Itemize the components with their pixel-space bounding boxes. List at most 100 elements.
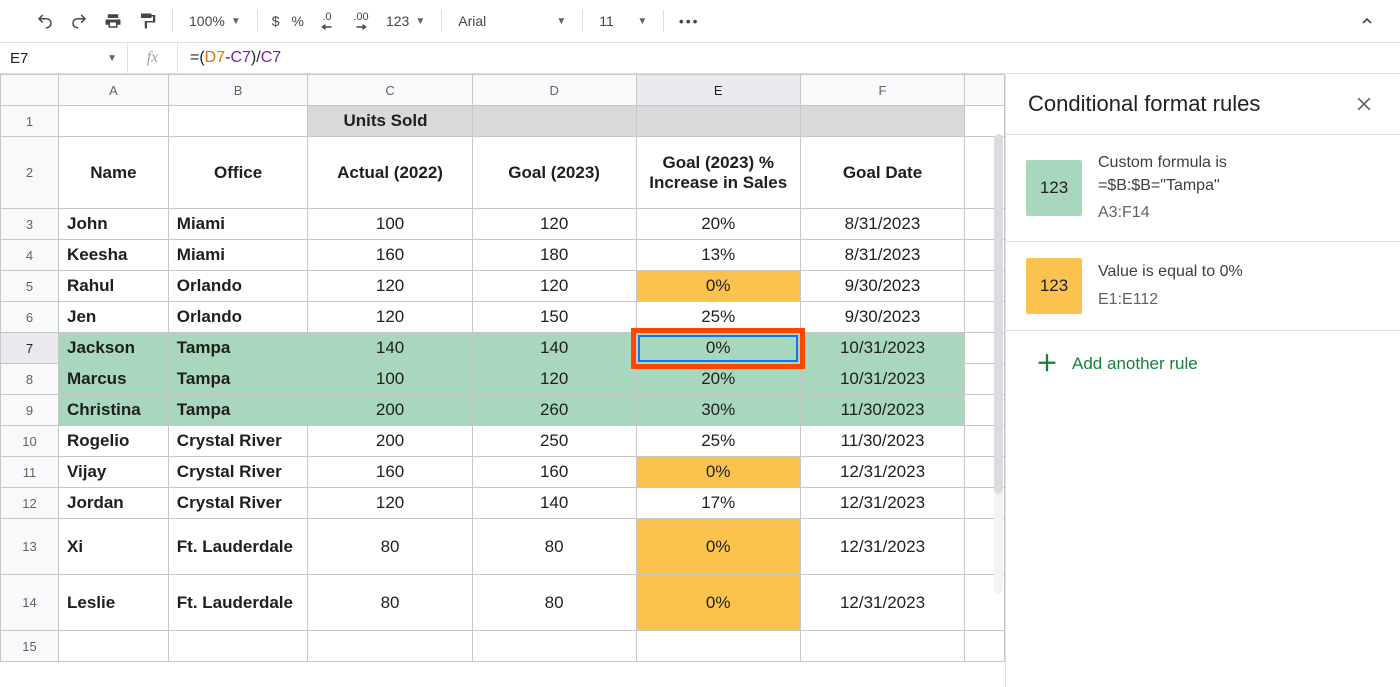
collapse-toolbar-icon[interactable] [1352,6,1382,36]
cell[interactable]: 120 [308,488,472,519]
row-header[interactable]: 3 [1,209,59,240]
select-all-corner[interactable] [1,75,59,106]
cell[interactable]: 0% [636,575,800,631]
row-header[interactable]: 12 [1,488,59,519]
cell[interactable]: 25% [636,426,800,457]
col-header-D[interactable]: D [472,75,636,106]
close-icon[interactable] [1350,90,1378,118]
cell[interactable]: 8/31/2023 [800,240,964,271]
cell[interactable]: 8/31/2023 [800,209,964,240]
cell[interactable]: 80 [472,519,636,575]
format-rule[interactable]: 123Value is equal to 0%E1:E112 [1006,241,1400,331]
cell[interactable]: John [59,209,169,240]
cell[interactable]: 250 [472,426,636,457]
cell[interactable]: Units Sold [308,106,472,137]
cell[interactable]: Tampa [168,333,308,364]
cell[interactable]: Christina [59,395,169,426]
col-header-B[interactable]: B [168,75,308,106]
cell[interactable]: Name [59,137,169,209]
row-header[interactable]: 6 [1,302,59,333]
cell[interactable]: 13% [636,240,800,271]
row-header[interactable]: 10 [1,426,59,457]
cell[interactable]: Crystal River [168,457,308,488]
cell[interactable]: Marcus [59,364,169,395]
cell[interactable]: Ft. Lauderdale [168,575,308,631]
cell[interactable]: 80 [308,519,472,575]
cell[interactable]: 9/30/2023 [800,302,964,333]
decrease-decimal-button[interactable]: .0 [312,6,342,36]
cell[interactable]: 160 [472,457,636,488]
cell[interactable]: 12/31/2023 [800,457,964,488]
cell[interactable]: 160 [308,240,472,271]
cell[interactable]: 9/30/2023 [800,271,964,302]
cell[interactable]: 0% [636,457,800,488]
row-header[interactable]: 4 [1,240,59,271]
cell[interactable]: Rahul [59,271,169,302]
cell[interactable]: 20% [636,209,800,240]
cell[interactable]: Goal (2023) [472,137,636,209]
scrollbar-thumb[interactable] [994,134,1003,494]
currency-format-button[interactable]: $ [268,6,284,36]
cell[interactable]: 120 [472,209,636,240]
row-header[interactable]: 13 [1,519,59,575]
cell[interactable]: Office [168,137,308,209]
cell[interactable]: 260 [472,395,636,426]
zoom-dropdown[interactable]: 100%▼ [183,13,247,29]
cell[interactable]: 140 [472,333,636,364]
cell[interactable]: 120 [308,302,472,333]
cell[interactable]: 100 [308,209,472,240]
cell[interactable]: Miami [168,240,308,271]
undo-icon[interactable] [30,6,60,36]
cell[interactable]: 11/30/2023 [800,395,964,426]
row-header[interactable]: 8 [1,364,59,395]
cell[interactable]: 80 [308,575,472,631]
cell[interactable]: 180 [472,240,636,271]
cell[interactable]: Tampa [168,395,308,426]
col-header-F[interactable]: F [800,75,964,106]
cell[interactable]: 140 [472,488,636,519]
cell[interactable]: 0% [636,333,800,364]
col-header-A[interactable]: A [59,75,169,106]
name-box[interactable]: E7 ▼ [0,43,128,73]
cell[interactable]: 120 [472,364,636,395]
cell[interactable]: 0% [636,519,800,575]
cell[interactable]: Rogelio [59,426,169,457]
spreadsheet-grid[interactable]: A B C D E F 1 Units Sold 2 Name Office A… [0,74,1005,687]
percent-format-button[interactable]: % [288,6,308,36]
cell[interactable]: Leslie [59,575,169,631]
cell[interactable]: 25% [636,302,800,333]
row-header[interactable]: 14 [1,575,59,631]
col-header-E[interactable]: E [636,75,800,106]
cell[interactable]: Jackson [59,333,169,364]
more-toolbar-icon[interactable]: ••• [674,6,704,36]
cell[interactable]: 200 [308,395,472,426]
cell[interactable]: 120 [308,271,472,302]
col-header-blank[interactable] [965,75,1005,106]
cell[interactable]: Ft. Lauderdale [168,519,308,575]
cell[interactable]: 10/31/2023 [800,364,964,395]
cell[interactable]: Goal Date [800,137,964,209]
format-rule[interactable]: 123Custom formula is=$B:$B="Tampa"A3:F14 [1006,134,1400,241]
cell[interactable]: 150 [472,302,636,333]
cell[interactable]: 11/30/2023 [800,426,964,457]
row-header[interactable]: 2 [1,137,59,209]
paint-format-icon[interactable] [132,6,162,36]
cell[interactable]: Vijay [59,457,169,488]
row-header[interactable]: 15 [1,631,59,662]
redo-icon[interactable] [64,6,94,36]
row-header[interactable]: 7 [1,333,59,364]
cell[interactable]: 160 [308,457,472,488]
cell[interactable]: Crystal River [168,426,308,457]
row-header[interactable]: 11 [1,457,59,488]
cell[interactable]: Tampa [168,364,308,395]
cell[interactable]: 140 [308,333,472,364]
cell[interactable]: Goal (2023) % Increase in Sales [636,137,800,209]
cell[interactable]: 17% [636,488,800,519]
number-format-dropdown[interactable]: 123▼ [380,13,431,29]
cell[interactable]: 20% [636,364,800,395]
cell[interactable]: 12/31/2023 [800,488,964,519]
cell[interactable]: 12/31/2023 [800,519,964,575]
cell[interactable]: 12/31/2023 [800,575,964,631]
row-header[interactable]: 9 [1,395,59,426]
cell[interactable]: 0% [636,271,800,302]
